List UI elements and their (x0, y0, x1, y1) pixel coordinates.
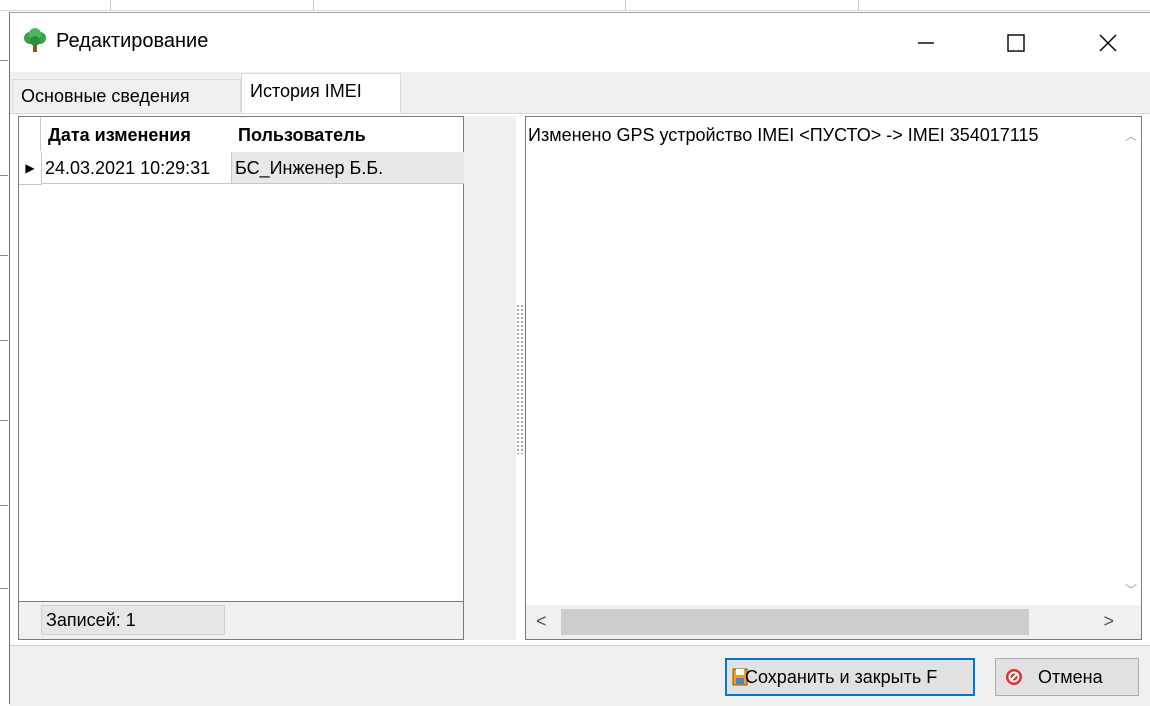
button-bar: Сохранить и закрыть F Отмена (10, 645, 1150, 706)
tab-imei-history[interactable]: История IMEI (241, 73, 401, 114)
cancel-button-label: Отмена (1038, 667, 1103, 687)
save-and-close-button[interactable]: Сохранить и закрыть F (725, 658, 975, 696)
cell-date[interactable]: 24.03.2021 10:29:31 (42, 152, 232, 184)
background-tick (0, 588, 8, 589)
history-grid[interactable]: Дата изменения Пользователь ▶ 24.03.2021… (18, 116, 464, 602)
history-panel: Дата изменения Пользователь ▶ 24.03.2021… (18, 116, 516, 640)
background-divider (858, 0, 859, 10)
horizontal-scrollbar[interactable]: < > (526, 605, 1120, 639)
minimize-icon (918, 41, 934, 44)
background-tick (0, 340, 8, 341)
grid-header: Дата изменения Пользователь (19, 117, 463, 151)
background-strip (0, 0, 1150, 11)
horizontal-scroll-thumb[interactable] (561, 609, 1029, 635)
background-tick (0, 420, 8, 421)
tree-icon (24, 28, 46, 52)
column-header-date[interactable]: Дата изменения (42, 117, 232, 151)
close-button[interactable] (1078, 13, 1138, 72)
cancel-icon (1006, 669, 1022, 685)
background-divider (625, 0, 626, 10)
scroll-left-icon[interactable]: < (536, 611, 547, 632)
cell-user[interactable]: БС_Инженер Б.Б. (232, 152, 464, 184)
change-details-memo[interactable]: Изменено GPS устройство IMEI <ПУСТО> -> … (525, 116, 1142, 640)
scroll-corner (1120, 605, 1141, 639)
background-divider (313, 0, 314, 10)
maximize-icon (1007, 33, 1025, 52)
row-indicator-icon: ▶ (19, 152, 42, 185)
edit-dialog: Редактирование Основные сведения История… (9, 12, 1150, 706)
scroll-right-icon[interactable]: > (1103, 611, 1114, 632)
maximize-button[interactable] (986, 13, 1046, 72)
splitter-handle[interactable] (516, 304, 524, 454)
change-details-text: Изменено GPS устройство IMEI <ПУСТО> -> … (528, 125, 1039, 145)
vertical-scrollbar[interactable]: ︿ ﹀ (1121, 117, 1141, 605)
tab-main-info[interactable]: Основные сведения (12, 79, 241, 112)
background-tick (0, 255, 8, 256)
save-button-label: Сохранить и закрыть F (745, 667, 938, 687)
records-count: Записей: 1 (41, 605, 225, 635)
scroll-up-icon[interactable]: ︿ (1125, 127, 1137, 144)
minimize-button[interactable] (896, 13, 956, 72)
background-tick (0, 505, 8, 506)
cancel-button[interactable]: Отмена (995, 658, 1139, 696)
tab-content: Дата изменения Пользователь ▶ 24.03.2021… (10, 113, 1150, 646)
scroll-down-icon[interactable]: ﹀ (1125, 581, 1137, 598)
background-tick (0, 60, 8, 61)
background-tick (0, 175, 8, 176)
tab-strip: Основные сведения История IMEI (10, 72, 1150, 114)
title-bar[interactable]: Редактирование (10, 13, 1150, 72)
background-divider (110, 0, 111, 10)
close-icon (1099, 34, 1117, 51)
table-row[interactable]: ▶ 24.03.2021 10:29:31 БС_Инженер Б.Б. (19, 152, 465, 185)
window-title: Редактирование (56, 30, 209, 52)
indicator-column-header (19, 117, 41, 151)
column-header-user[interactable]: Пользователь (232, 117, 462, 151)
grid-footer: Записей: 1 (18, 602, 464, 640)
